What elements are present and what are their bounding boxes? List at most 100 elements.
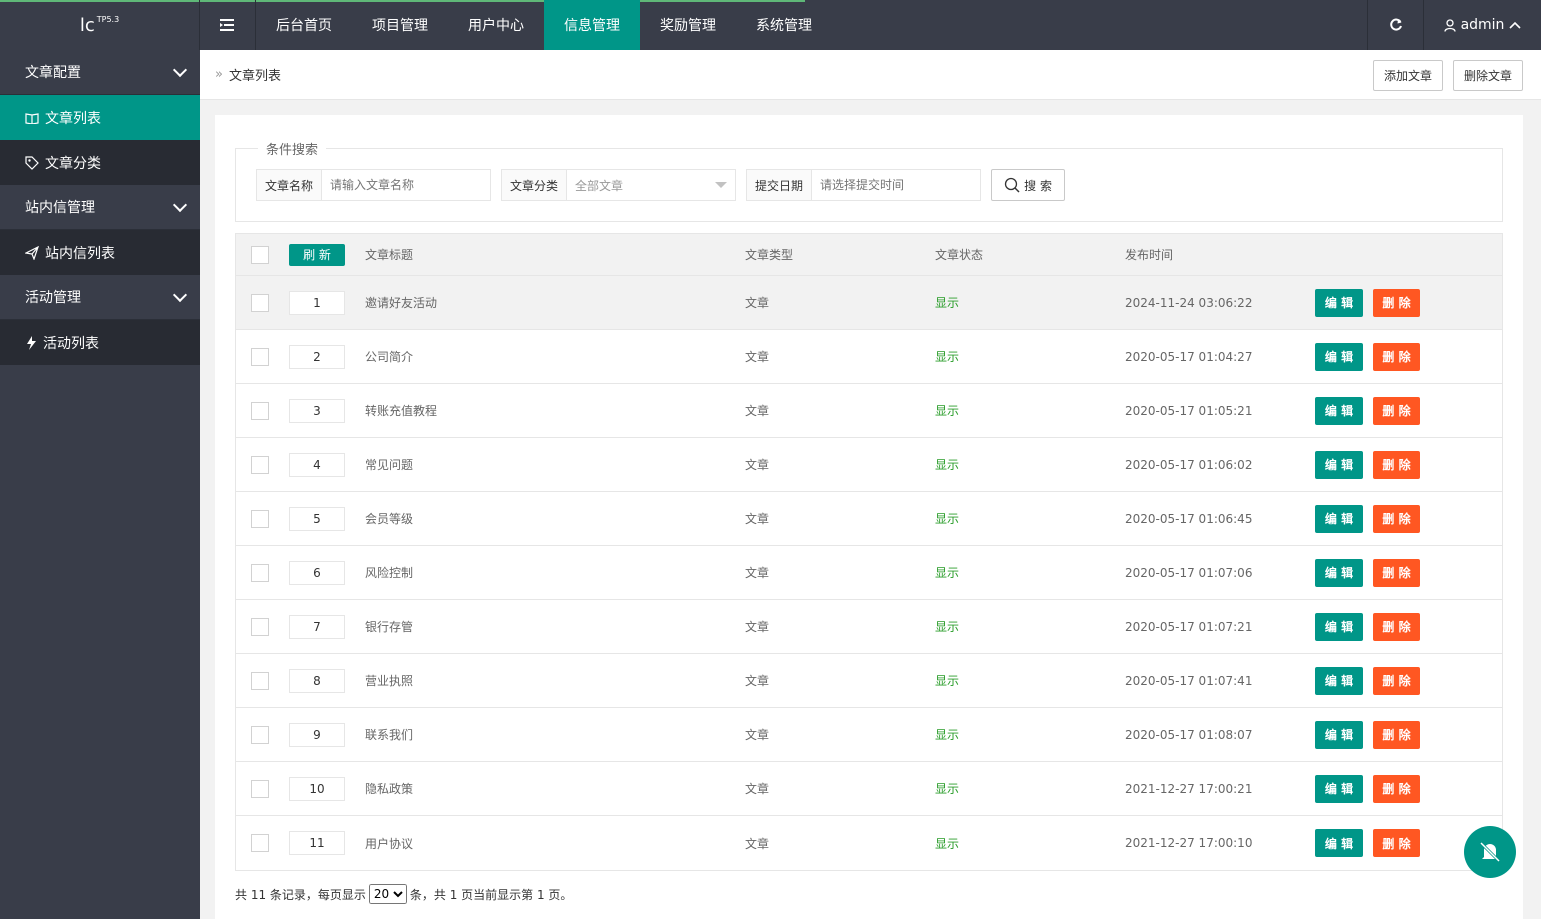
- delete-button[interactable]: 删 除: [1373, 774, 1420, 803]
- edit-button[interactable]: 编 辑: [1315, 612, 1363, 641]
- edit-button[interactable]: 编 辑: [1315, 666, 1363, 695]
- sort-input[interactable]: 3: [289, 398, 345, 423]
- row-checkbox[interactable]: [251, 509, 269, 528]
- article-title: 银行存管: [365, 620, 414, 634]
- sort-input[interactable]: 9: [289, 722, 345, 747]
- article-status: 显示: [935, 296, 960, 310]
- edit-button[interactable]: 编 辑: [1315, 720, 1363, 749]
- select-all-checkbox[interactable]: [251, 245, 269, 264]
- logo-version: TP5.3: [96, 14, 120, 24]
- sort-input[interactable]: 7: [289, 614, 345, 639]
- sidebar-item[interactable]: 站内信列表: [0, 230, 200, 275]
- delete-article-button[interactable]: 删除文章: [1452, 60, 1523, 91]
- sort-input[interactable]: 11: [289, 831, 345, 855]
- top-nav: 后台首页 项目管理 用户中心 信息管理 奖励管理 系统管理: [256, 0, 832, 50]
- bell-off-icon: [1479, 841, 1501, 863]
- delete-button[interactable]: 删 除: [1373, 829, 1420, 857]
- header-type: 文章类型: [745, 248, 794, 262]
- article-status: 显示: [935, 782, 960, 796]
- row-checkbox[interactable]: [251, 347, 269, 366]
- topnav-item[interactable]: 项目管理: [352, 0, 448, 50]
- sidebar-item-label: 站内信列表: [45, 245, 115, 262]
- row-checkbox[interactable]: [251, 293, 269, 312]
- sort-input[interactable]: 1: [289, 290, 345, 315]
- sidebar-group-label: 活动管理: [25, 290, 81, 306]
- edit-button[interactable]: 编 辑: [1315, 396, 1363, 425]
- menu-toggle-button[interactable]: [200, 0, 256, 50]
- category-select[interactable]: 全部文章: [567, 170, 735, 200]
- article-title: 营业执照: [365, 674, 414, 688]
- row-checkbox[interactable]: [251, 401, 269, 420]
- chevron-up-icon: [1509, 21, 1522, 29]
- delete-button[interactable]: 删 除: [1373, 504, 1420, 533]
- notification-float-button[interactable]: [1464, 826, 1516, 878]
- sort-input[interactable]: 6: [289, 560, 345, 585]
- sidebar-group[interactable]: 站内信管理: [0, 185, 200, 230]
- edit-button[interactable]: 编 辑: [1315, 829, 1363, 857]
- article-status: 显示: [935, 620, 960, 634]
- table-body: 1 邀请好友活动 文章 显示 2024-11-24 03:06:22 编 辑删 除 2 公司简…: [236, 276, 1502, 870]
- header-title: 文章标题: [365, 248, 414, 262]
- topnav-item[interactable]: 后台首页: [256, 0, 352, 50]
- edit-button[interactable]: 编 辑: [1315, 558, 1363, 587]
- article-status: 显示: [935, 836, 960, 851]
- delete-button[interactable]: 删 除: [1373, 288, 1420, 317]
- sort-input[interactable]: 5: [289, 506, 345, 531]
- row-checkbox[interactable]: [251, 455, 269, 474]
- delete-button[interactable]: 删 除: [1373, 612, 1420, 641]
- sidebar-item[interactable]: 活动列表: [0, 320, 200, 365]
- menu-toggle-icon: [219, 19, 234, 31]
- sort-input[interactable]: 2: [289, 344, 345, 369]
- article-status: 显示: [935, 512, 960, 526]
- topnav-item[interactable]: 用户中心: [448, 0, 544, 50]
- sidebar-item[interactable]: 文章列表: [0, 95, 200, 140]
- sort-input[interactable]: 10: [289, 776, 345, 801]
- delete-button[interactable]: 删 除: [1373, 720, 1420, 749]
- add-article-button[interactable]: 添加文章: [1372, 60, 1443, 91]
- edit-button[interactable]: 编 辑: [1315, 288, 1363, 317]
- topnav-item[interactable]: 系统管理: [736, 0, 832, 50]
- edit-button[interactable]: 编 辑: [1315, 774, 1363, 803]
- refresh-page-button[interactable]: [1367, 0, 1423, 50]
- per-page-select[interactable]: 20: [368, 884, 407, 904]
- publish-time: 2020-05-17 01:06:02: [1125, 457, 1253, 472]
- row-checkbox[interactable]: [251, 834, 269, 852]
- publish-time: 2020-05-17 01:05:21: [1125, 403, 1253, 418]
- pagination-info: 共 11 条记录，每页显示 20 条，共 1 页当前显示第 1 页。: [235, 884, 572, 904]
- user-menu[interactable]: admin: [1423, 0, 1541, 50]
- row-checkbox[interactable]: [251, 563, 269, 582]
- search-button[interactable]: 搜 索: [991, 169, 1066, 201]
- sidebar-group[interactable]: 活动管理: [0, 275, 200, 320]
- delete-button[interactable]: 删 除: [1373, 666, 1420, 695]
- sidebar-item-label: 文章列表: [45, 110, 101, 127]
- sort-input[interactable]: 4: [289, 452, 345, 477]
- sidebar-item[interactable]: 文章分类: [0, 140, 200, 185]
- row-checkbox[interactable]: [251, 725, 269, 744]
- sort-input[interactable]: 8: [289, 668, 345, 693]
- row-checkbox[interactable]: [251, 617, 269, 636]
- date-input[interactable]: [812, 170, 981, 200]
- topnav-item[interactable]: 信息管理: [544, 0, 640, 50]
- edit-button[interactable]: 编 辑: [1315, 504, 1363, 533]
- delete-button[interactable]: 删 除: [1373, 342, 1420, 371]
- row-checkbox[interactable]: [251, 779, 269, 798]
- name-input[interactable]: [322, 170, 491, 200]
- topnav-item[interactable]: 奖励管理: [640, 0, 736, 50]
- edit-button[interactable]: 编 辑: [1315, 342, 1363, 371]
- article-status: 显示: [935, 728, 960, 742]
- sidebar-group[interactable]: 文章配置: [0, 50, 200, 95]
- article-table: 刷 新 文章标题 文章类型 文章状态 发布时间 1 邀请好友活动 文章 显示 2024-…: [235, 233, 1503, 871]
- article-type: 文章: [745, 512, 770, 526]
- publish-time: 2020-05-17 01:07:06: [1125, 565, 1253, 580]
- delete-button[interactable]: 删 除: [1373, 450, 1420, 479]
- delete-button[interactable]: 删 除: [1373, 558, 1420, 587]
- article-type: 文章: [745, 620, 770, 634]
- table-row: 10 隐私政策 文章 显示 2021-12-27 17:00:21 编 辑删 除: [236, 762, 1502, 816]
- sidebar-item-label: 活动列表: [43, 335, 99, 352]
- publish-time: 2020-05-17 01:07:41: [1125, 673, 1253, 688]
- table-refresh-button[interactable]: 刷 新: [289, 243, 345, 266]
- row-checkbox[interactable]: [251, 671, 269, 690]
- edit-button[interactable]: 编 辑: [1315, 450, 1363, 479]
- logo[interactable]: lc TP5.3: [0, 0, 200, 50]
- delete-button[interactable]: 删 除: [1373, 396, 1420, 425]
